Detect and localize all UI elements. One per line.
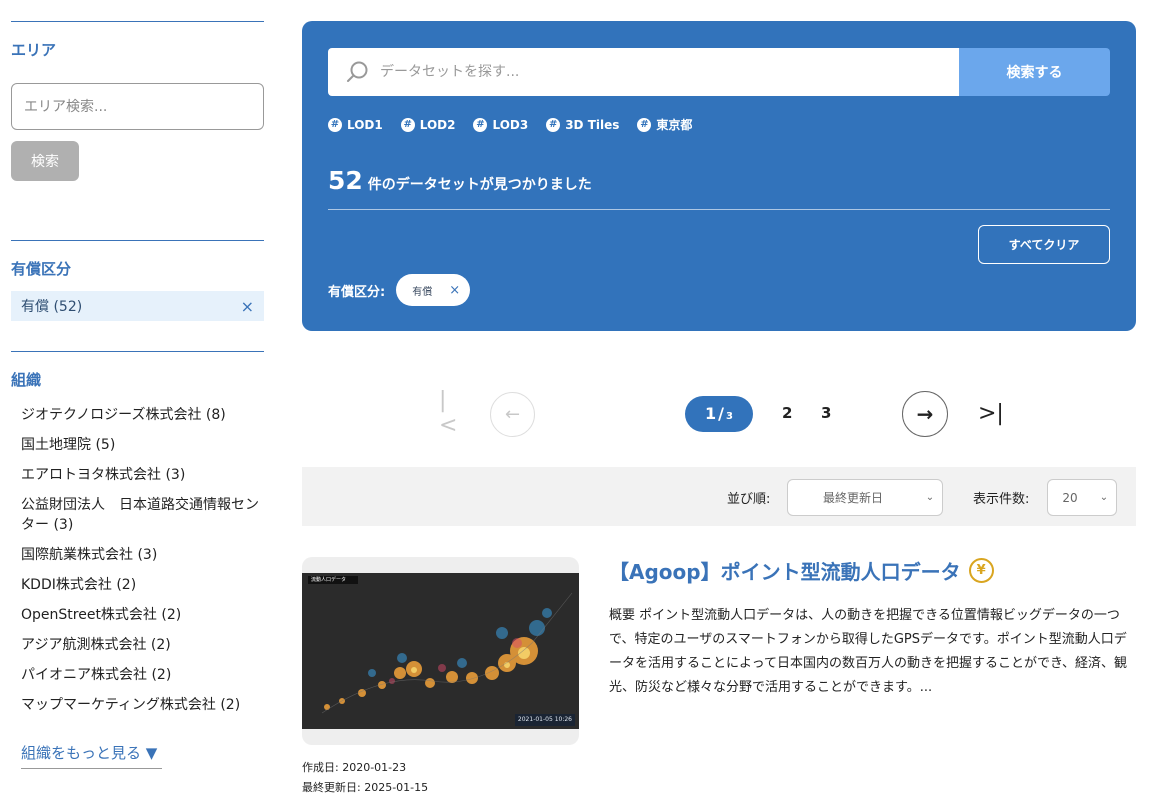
filter-label: 有償区分: bbox=[328, 284, 386, 300]
org-item[interactable]: OpenStreet株式会社 (2) bbox=[21, 600, 264, 630]
population-map-image bbox=[302, 573, 579, 729]
updated-date: 最終更新日: 2025-01-15 bbox=[302, 781, 429, 793]
org-item[interactable]: エアロトヨタ株式会社 (3) bbox=[21, 460, 264, 490]
dataset-title-link[interactable]: 【Agoop】ポイント型流動人口データ ¥ bbox=[609, 556, 994, 585]
tag-lod1[interactable]: # LOD1 bbox=[328, 116, 383, 133]
thumbnail-badge: 流動人口データ bbox=[308, 576, 358, 584]
close-icon[interactable]: × bbox=[241, 297, 254, 316]
clear-all-button[interactable]: すべてクリア bbox=[978, 225, 1110, 264]
org-title: 組織 bbox=[11, 371, 42, 389]
search-bar: 検索する bbox=[328, 48, 1110, 96]
dataset-thumbnail[interactable]: 流動人口データ 2021-01-05 10:26 bbox=[302, 557, 579, 745]
tag-tokyo[interactable]: # 東京都 bbox=[637, 116, 692, 133]
page-size-label: 表示件数: bbox=[973, 492, 1030, 507]
first-page-icon: |< bbox=[439, 388, 458, 438]
last-page-button[interactable]: >| bbox=[978, 398, 1004, 428]
panel-divider bbox=[328, 209, 1110, 210]
next-page-button[interactable]: → bbox=[902, 391, 948, 437]
hash-icon: # bbox=[328, 117, 342, 132]
hash-icon: # bbox=[546, 117, 561, 132]
sort-order-select[interactable]: 最終更新日 ⌄ bbox=[787, 479, 943, 516]
search-box bbox=[328, 48, 959, 96]
tag-label: 東京都 bbox=[656, 118, 693, 132]
search-icon bbox=[347, 61, 368, 82]
filter-chip[interactable]: 有償 × bbox=[396, 274, 471, 306]
search-panel: 検索する # LOD1 # LOD2 # LOD3 #3D Tiles # 東京都 52… bbox=[302, 21, 1136, 331]
sort-bar: 並び順: 最終更新日 ⌄ 表示件数: 20 ⌄ bbox=[302, 467, 1136, 526]
hash-icon: # bbox=[400, 117, 415, 132]
tag-label: LOD1 bbox=[347, 117, 383, 132]
hash-icon: # bbox=[637, 117, 652, 132]
area-title: エリア bbox=[11, 41, 57, 59]
area-search-input[interactable] bbox=[11, 83, 264, 130]
org-item[interactable]: マップマーケティング株式会社 (2) bbox=[21, 690, 264, 720]
prev-page-button: ← bbox=[490, 392, 535, 437]
org-divider bbox=[11, 351, 264, 352]
fee-title: 有償区分 bbox=[11, 260, 72, 278]
chevron-down-icon: ⌄ bbox=[925, 492, 935, 503]
org-item[interactable]: 公益財団法人 日本道路交通情報センター (3) bbox=[21, 490, 264, 540]
current-page: 1 bbox=[705, 404, 717, 423]
current-page-indicator: 1 / 3 bbox=[685, 396, 753, 432]
dataset-title: 【Agoop】ポイント型流動人口データ bbox=[609, 560, 961, 584]
page-link[interactable]: 2 bbox=[782, 404, 792, 422]
org-item[interactable]: 国土地理院 (5) bbox=[21, 430, 264, 460]
thumbnail-timestamp: 2021-01-05 10:26 bbox=[514, 714, 575, 726]
tag-lod2[interactable]: # LOD2 bbox=[400, 116, 456, 133]
tag-label: LOD3 bbox=[492, 117, 529, 132]
total-pages: 3 bbox=[726, 411, 733, 422]
page-link[interactable]: 3 bbox=[821, 404, 831, 422]
org-item[interactable]: ジオテクノロジーズ株式会社 (8) bbox=[21, 400, 264, 430]
search-button[interactable]: 検索する bbox=[959, 48, 1110, 96]
arrow-right-icon: → bbox=[916, 402, 934, 426]
filter-chip-label: 有償 bbox=[412, 286, 433, 298]
tag-label: 3D Tiles bbox=[565, 117, 620, 132]
org-show-more-link[interactable]: 組織をもっと見る ▼ bbox=[21, 742, 162, 769]
sort-order-label: 並び順: bbox=[727, 492, 771, 507]
area-divider bbox=[11, 21, 264, 22]
tag-lod3[interactable]: # LOD3 bbox=[473, 116, 528, 133]
page-size-select[interactable]: 20 ⌄ bbox=[1047, 479, 1117, 516]
org-item[interactable]: 国際航業株式会社 (3) bbox=[21, 540, 264, 570]
hash-icon: # bbox=[473, 117, 488, 132]
org-item[interactable]: パイオニア株式会社 (2) bbox=[21, 660, 264, 690]
result-count: 52 件のデータセットが見つかりました bbox=[328, 166, 592, 195]
dataset-description: 概要 ポイント型流動人口データは、人の動きを把握できる位置情報ビッグデータの一つ… bbox=[609, 608, 1128, 695]
fee-filter-label: 有償 (52) bbox=[21, 299, 83, 315]
fee-divider bbox=[11, 240, 264, 241]
close-icon[interactable]: × bbox=[449, 283, 460, 298]
yen-icon: ¥ bbox=[968, 558, 994, 583]
org-item[interactable]: アジア航測株式会社 (2) bbox=[21, 630, 264, 660]
org-list: ジオテクノロジーズ株式会社 (8) 国土地理院 (5) エアロトヨタ株式会社 (… bbox=[21, 400, 264, 720]
result-count-number: 52 bbox=[328, 166, 363, 195]
page-size-value: 20 bbox=[1062, 490, 1078, 505]
tag-list: # LOD1 # LOD2 # LOD3 #3D Tiles # 東京都 bbox=[328, 116, 692, 133]
tag-label: LOD2 bbox=[419, 117, 456, 132]
arrow-left-icon: ← bbox=[504, 404, 521, 425]
tag-3d-tiles[interactable]: #3D Tiles bbox=[546, 116, 619, 133]
result-count-text: 件のデータセットが見つかりました bbox=[367, 177, 592, 193]
page-separator: / bbox=[718, 404, 724, 423]
org-item[interactable]: KDDI株式会社 (2) bbox=[21, 570, 264, 600]
created-date: 作成日: 2020-01-23 bbox=[302, 761, 407, 774]
active-filters: 有償区分: 有償 × bbox=[328, 274, 471, 306]
sort-order-value: 最終更新日 bbox=[822, 491, 883, 505]
fee-filter-selected[interactable]: 有償 (52) × bbox=[11, 291, 264, 321]
area-search-button[interactable]: 検索 bbox=[11, 141, 79, 181]
dataset-search-input[interactable] bbox=[380, 64, 940, 80]
thumbnail-map: 流動人口データ 2021-01-05 10:26 bbox=[302, 573, 579, 729]
chevron-down-icon: ⌄ bbox=[1099, 492, 1109, 503]
